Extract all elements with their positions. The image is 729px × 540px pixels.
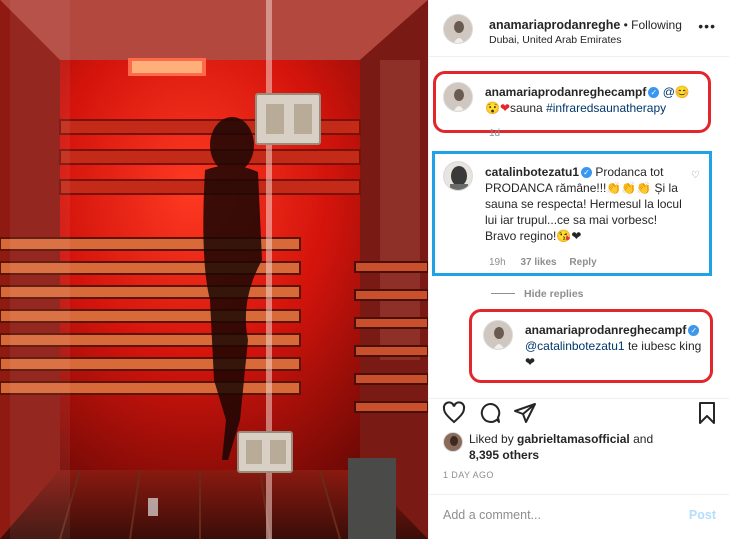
more-icon[interactable]: ••• [698,18,716,34]
reply-text: anamariaprodanreghecampf ✓ @catalinboteza… [525,322,707,370]
author-avatar[interactable] [443,14,473,44]
comment-meta: 19h 37 likes Reply [489,257,597,268]
liked-by-avatar[interactable] [443,432,463,452]
liked-by-prefix: Liked by [469,432,514,446]
caption-hashtag[interactable]: #infraredsaunatherapy [546,101,666,115]
commenter-username[interactable]: catalinbotezatu1 [485,165,579,179]
liked-by: Liked by gabrieltamasofficial and 8,395 … [469,431,653,463]
sauna-photo [0,0,428,539]
commenter-avatar[interactable] [443,161,473,191]
likes-count[interactable]: 8,395 others [469,448,539,462]
post-header: anamariaprodanreghe • Following Dubai, U… [429,0,729,57]
verified-icon: ✓ [581,167,593,178]
hide-replies-line [491,293,515,294]
verified-icon: ✓ [648,87,660,98]
liked-by-and: and [633,432,654,446]
post-photo[interactable] [0,0,428,539]
liked-by-user[interactable]: gabrieltamasofficial [517,432,630,446]
post-location[interactable]: Dubai, United Arab Emirates [489,34,621,46]
caption-body: sauna [510,101,543,115]
small-heart-icon[interactable]: ♡ [691,170,700,181]
caption-time[interactable]: 1d [489,128,500,139]
small-heart-icon[interactable]: ♡ [691,327,700,338]
post-button[interactable]: Post [689,508,716,522]
caption-mention[interactable]: @ [663,85,675,99]
bookmark-icon[interactable] [695,401,719,425]
heart-icon[interactable] [442,401,466,425]
comment-time[interactable]: 19h [489,257,506,268]
hide-replies-button[interactable]: Hide replies [524,288,584,300]
share-icon[interactable] [513,401,537,425]
reply-username[interactable]: anamariaprodanreghecampf [525,323,686,337]
caption-text: anamariaprodanreghecampf ✓ @😊 😯❤sauna #in… [485,84,705,116]
reply-avatar[interactable] [483,320,513,350]
comment-icon[interactable] [478,401,502,425]
reply-mention[interactable]: @catalinbotezatu1 [525,339,625,353]
emoji-surprised: 😯 [485,101,500,115]
post-date[interactable]: 1 DAY AGO [443,470,494,480]
follow-status[interactable]: • Following [624,18,682,32]
post-side-panel: anamariaprodanreghe • Following Dubai, U… [428,0,729,539]
emoji-smile: 😊 [674,85,690,99]
caption-avatar[interactable] [443,82,473,112]
heart-emoji: ❤ [499,101,511,115]
add-comment-bar: Post [429,494,729,540]
comment-likes[interactable]: 37 likes [520,257,556,268]
action-bar [429,398,729,431]
author-username[interactable]: anamariaprodanreghe [489,18,620,32]
caption-username[interactable]: anamariaprodanreghecampf [485,85,646,99]
reply-button[interactable]: Reply [569,257,596,268]
comment-text: catalinbotezatu1 ✓ Prodanca tot PRODANCA … [485,164,690,244]
comment-input[interactable] [443,508,663,522]
